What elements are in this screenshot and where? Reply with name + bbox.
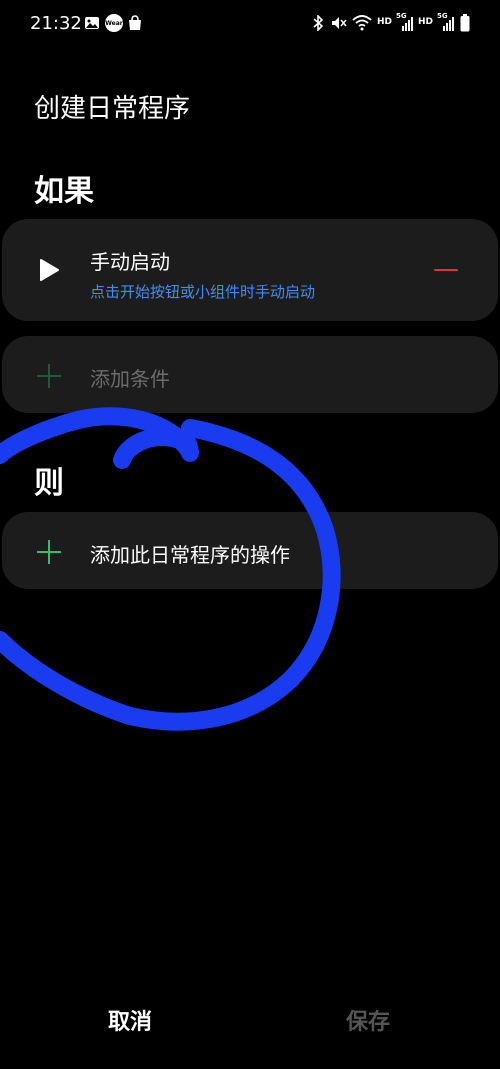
- battery-icon: [460, 14, 470, 32]
- signal-icon-2: 5G: [437, 12, 455, 32]
- if-section-title: 如果: [34, 174, 94, 209]
- plus-icon: [36, 539, 62, 569]
- add-action-label: 添加此日常程序的操作: [90, 543, 290, 567]
- signal-icon: 5G: [396, 12, 414, 32]
- wear-app-icon: Wear: [105, 14, 123, 32]
- trigger-title: 手动启动: [90, 250, 170, 274]
- remove-trigger-button[interactable]: [420, 255, 474, 285]
- trigger-subtitle: 点击开始按钮或小组件时手动启动: [90, 283, 316, 301]
- network-hd-label: HD: [377, 17, 393, 27]
- status-bar: 21:32 Wear HD 5G HD 5G: [0, 0, 500, 48]
- add-condition-label: 添加条件: [90, 367, 170, 391]
- gallery-icon: [84, 14, 100, 32]
- page-title: 创建日常程序: [34, 94, 191, 124]
- status-time: 21:32: [30, 13, 82, 34]
- then-section-title: 则: [34, 466, 64, 501]
- cancel-button[interactable]: 取消: [108, 1004, 152, 1036]
- add-action-button[interactable]: 添加此日常程序的操作: [2, 512, 498, 589]
- add-condition-button[interactable]: 添加条件: [2, 336, 498, 413]
- wear-app-label: Wear: [105, 14, 123, 32]
- shopping-bag-icon: [127, 14, 143, 32]
- save-button[interactable]: 保存: [346, 1004, 390, 1036]
- network-hd-label-2: HD: [418, 17, 434, 27]
- plus-icon: [36, 363, 62, 393]
- wifi-icon: [352, 14, 372, 32]
- mute-icon: [331, 14, 347, 32]
- trigger-card[interactable]: 手动启动 点击开始按钮或小组件时手动启动: [2, 219, 498, 321]
- play-icon: [38, 259, 60, 285]
- bluetooth-icon: [312, 14, 324, 32]
- minus-icon: [434, 269, 458, 271]
